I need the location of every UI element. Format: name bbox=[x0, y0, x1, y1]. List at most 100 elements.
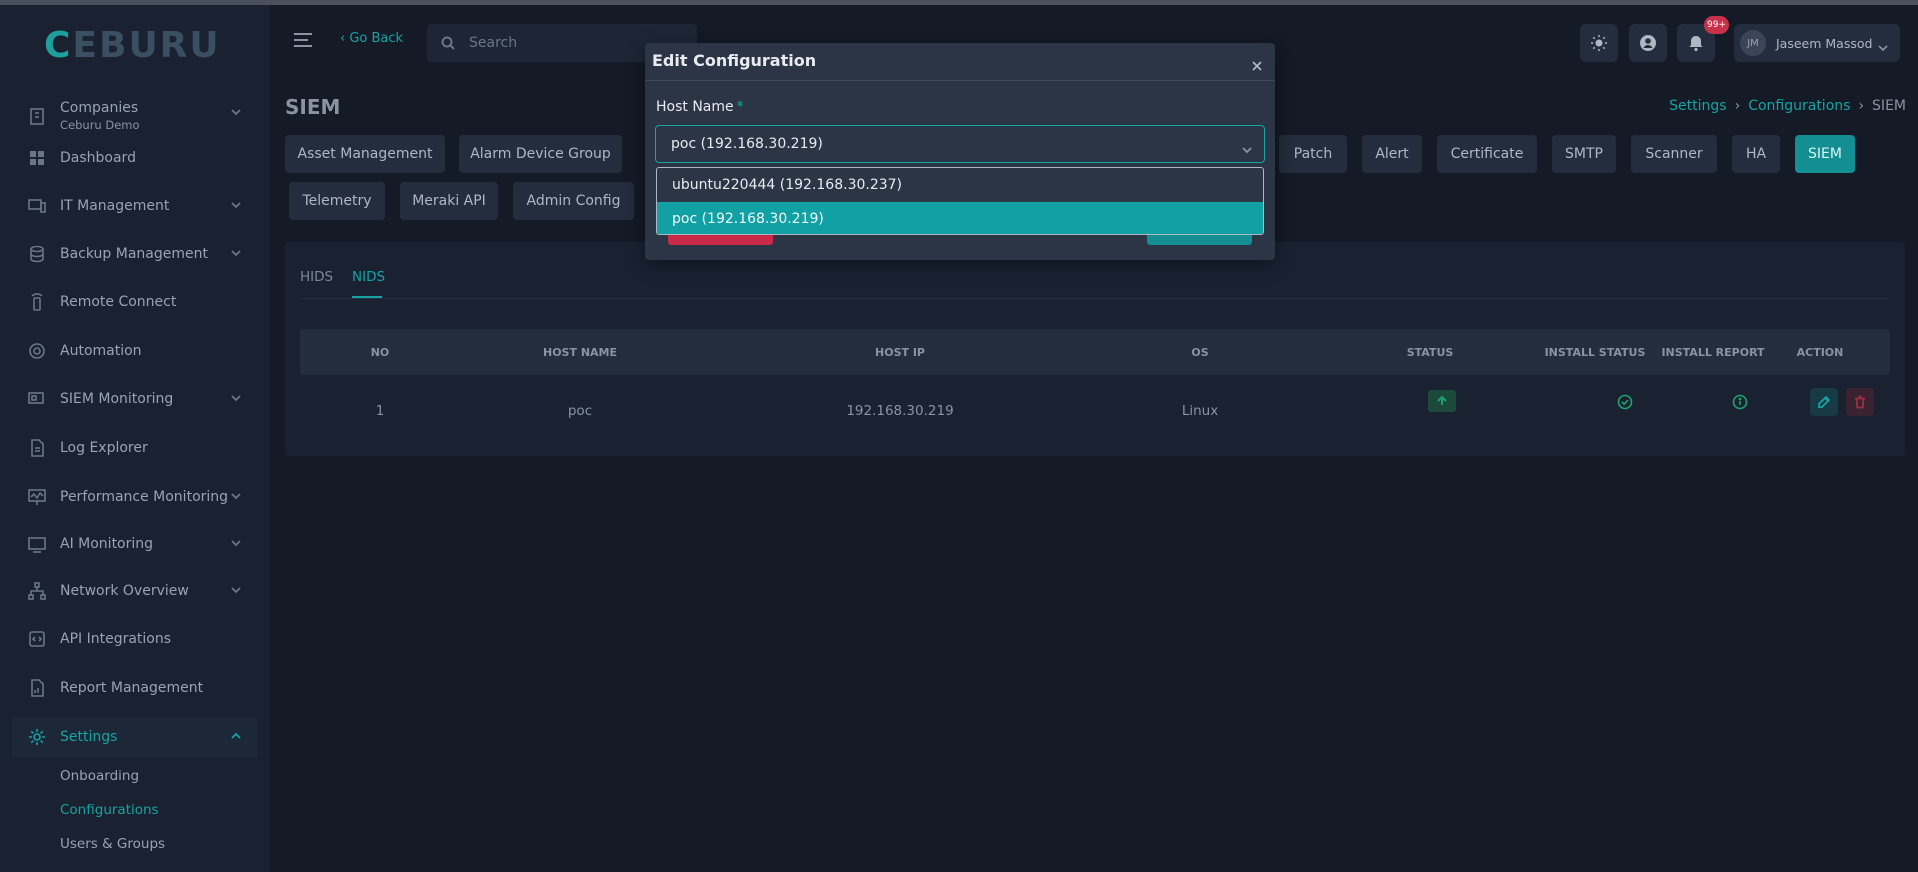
sidebar-item-label: Dashboard bbox=[60, 150, 136, 166]
column-header-no: NO bbox=[370, 345, 390, 359]
sidebar-item-label: Backup Management bbox=[60, 246, 208, 262]
sidebar-item-label: Performance Monitoring bbox=[60, 489, 229, 505]
sidebar-item-siem-monitoring[interactable]: SIEM Monitoring bbox=[12, 379, 258, 419]
sidebar-item-companies[interactable]: Companies Ceburu Demo bbox=[12, 93, 258, 139]
edit-button[interactable] bbox=[1810, 388, 1838, 416]
user-circle-icon bbox=[1640, 35, 1656, 51]
cell-host-ip: 192.168.30.219 bbox=[846, 403, 954, 419]
table-header: NO HOST NAME HOST IP OS STATUS INSTALL S… bbox=[300, 329, 1890, 375]
info-circle-icon[interactable] bbox=[1732, 394, 1748, 410]
subtab-hids[interactable]: HIDS bbox=[300, 269, 333, 285]
delete-button[interactable] bbox=[1846, 388, 1874, 416]
tab-alert[interactable]: Alert bbox=[1362, 135, 1422, 173]
cell-host-name: poc bbox=[567, 403, 593, 419]
network-icon bbox=[24, 580, 50, 602]
sidebar-item-label: Network Overview bbox=[60, 583, 189, 599]
dropdown-option[interactable]: ubuntu220444 (192.168.30.237) bbox=[657, 168, 1263, 201]
sidebar-item-ai-monitoring[interactable]: AI Monitoring bbox=[12, 524, 258, 564]
avatar: JM bbox=[1740, 30, 1766, 56]
chevron-up-icon bbox=[230, 730, 244, 744]
sidebar-item-it-management[interactable]: IT Management bbox=[12, 186, 258, 226]
go-back-link[interactable]: ‹ Go Back bbox=[340, 31, 403, 46]
sidebar-item-remote-connect[interactable]: Remote Connect bbox=[12, 282, 258, 322]
tab-asset-management[interactable]: Asset Management bbox=[285, 135, 445, 173]
search-icon bbox=[441, 36, 455, 50]
building-icon bbox=[24, 105, 50, 127]
theme-toggle-button[interactable] bbox=[1580, 24, 1618, 62]
sidebar-item-label: SIEM Monitoring bbox=[60, 391, 174, 407]
divider bbox=[300, 298, 1890, 299]
menu-toggle-icon[interactable] bbox=[292, 32, 314, 48]
column-header-os: OS bbox=[1191, 345, 1209, 359]
trash-icon bbox=[1855, 395, 1865, 409]
chevron-down-icon bbox=[1878, 38, 1888, 52]
monitor-icon bbox=[24, 388, 50, 410]
gear-cycle-icon bbox=[24, 340, 50, 362]
tab-smtp[interactable]: SMTP bbox=[1552, 135, 1616, 173]
tab-ha[interactable]: HA bbox=[1732, 135, 1780, 173]
sidebar-sub-configurations[interactable]: Configurations bbox=[60, 802, 159, 818]
sidebar-item-automation[interactable]: Automation bbox=[12, 331, 258, 371]
close-icon[interactable] bbox=[1251, 57, 1263, 71]
profile-button[interactable] bbox=[1629, 24, 1667, 62]
status-up-indicator bbox=[1428, 390, 1456, 412]
host-name-dropdown: ubuntu220444 (192.168.30.237) poc (192.1… bbox=[656, 167, 1264, 235]
cell-no: 1 bbox=[375, 403, 385, 419]
sidebar-item-network-overview[interactable]: Network Overview bbox=[12, 571, 258, 611]
user-menu[interactable]: JM Jaseem Massod bbox=[1734, 24, 1900, 62]
dropdown-option-selected[interactable]: poc (192.168.30.219) bbox=[657, 202, 1263, 234]
edit-icon bbox=[1818, 395, 1831, 408]
sidebar-item-report-management[interactable]: Report Management bbox=[12, 668, 258, 708]
chevron-down-icon bbox=[1242, 140, 1252, 154]
subtab-nids[interactable]: NIDS bbox=[352, 269, 385, 285]
breadcrumb-current: SIEM bbox=[1872, 98, 1906, 114]
sidebar-item-label: Report Management bbox=[60, 680, 204, 696]
host-name-select[interactable]: poc (192.168.30.219) bbox=[655, 125, 1265, 163]
user-name: Jaseem Massod bbox=[1776, 35, 1873, 51]
ai-icon bbox=[24, 533, 50, 555]
tab-scanner[interactable]: Scanner bbox=[1631, 135, 1717, 173]
sidebar-item-label: Companies bbox=[60, 100, 139, 116]
chevron-down-icon bbox=[230, 106, 244, 120]
column-header-install-status: INSTALL STATUS bbox=[1544, 345, 1646, 359]
chevron-down-icon bbox=[230, 392, 244, 406]
tab-certificate[interactable]: Certificate bbox=[1437, 135, 1537, 173]
breadcrumb-settings[interactable]: Settings bbox=[1669, 98, 1726, 114]
sidebar-item-label: Log Explorer bbox=[60, 440, 148, 456]
settings-icon bbox=[24, 726, 50, 748]
cell-os: Linux bbox=[1181, 403, 1219, 419]
tab-telemetry[interactable]: Telemetry bbox=[289, 182, 385, 220]
tab-siem[interactable]: SIEM bbox=[1795, 135, 1855, 173]
sidebar-sub-onboarding[interactable]: Onboarding bbox=[60, 768, 139, 784]
sidebar-item-label: Settings bbox=[60, 729, 118, 745]
sidebar-item-performance-monitoring[interactable]: Performance Monitoring bbox=[12, 477, 258, 517]
ceburu-logo[interactable]: CEBURU bbox=[44, 25, 221, 66]
tab-patch[interactable]: Patch bbox=[1279, 135, 1347, 173]
required-mark: * bbox=[736, 99, 744, 115]
sidebar-item-log-explorer[interactable]: Log Explorer bbox=[12, 428, 258, 468]
chevron-down-icon bbox=[230, 490, 244, 504]
sidebar-item-settings[interactable]: Settings bbox=[12, 717, 258, 757]
check-circle-icon bbox=[1617, 394, 1633, 410]
breadcrumb-separator: › bbox=[1858, 98, 1865, 114]
sidebar-item-backup-management[interactable]: Backup Management bbox=[12, 234, 258, 274]
grid-icon bbox=[24, 147, 50, 169]
breadcrumb-configurations[interactable]: Configurations bbox=[1748, 98, 1850, 114]
column-header-status: STATUS bbox=[1406, 345, 1454, 359]
host-name-selected-value: poc (192.168.30.219) bbox=[671, 136, 823, 152]
tab-alarm-device-group[interactable]: Alarm Device Group bbox=[459, 135, 622, 173]
chevron-down-icon bbox=[230, 537, 244, 551]
chevron-down-icon bbox=[230, 247, 244, 261]
bell-icon bbox=[1689, 36, 1703, 52]
tab-meraki-api[interactable]: Meraki API bbox=[400, 182, 498, 220]
search-input[interactable] bbox=[469, 35, 669, 51]
sidebar-item-api-integrations[interactable]: API Integrations bbox=[12, 619, 258, 659]
sidebar-sub-users-groups[interactable]: Users & Groups bbox=[60, 836, 165, 852]
database-icon bbox=[24, 243, 50, 265]
sidebar-item-dashboard[interactable]: Dashboard bbox=[12, 138, 258, 178]
chevron-down-icon bbox=[230, 584, 244, 598]
arrow-up-icon bbox=[1437, 395, 1447, 405]
siem-panel: HIDS NIDS NO HOST NAME HOST IP OS STATUS… bbox=[285, 242, 1905, 456]
sidebar-item-label: Remote Connect bbox=[60, 294, 177, 310]
tab-admin-config[interactable]: Admin Config bbox=[513, 182, 634, 220]
